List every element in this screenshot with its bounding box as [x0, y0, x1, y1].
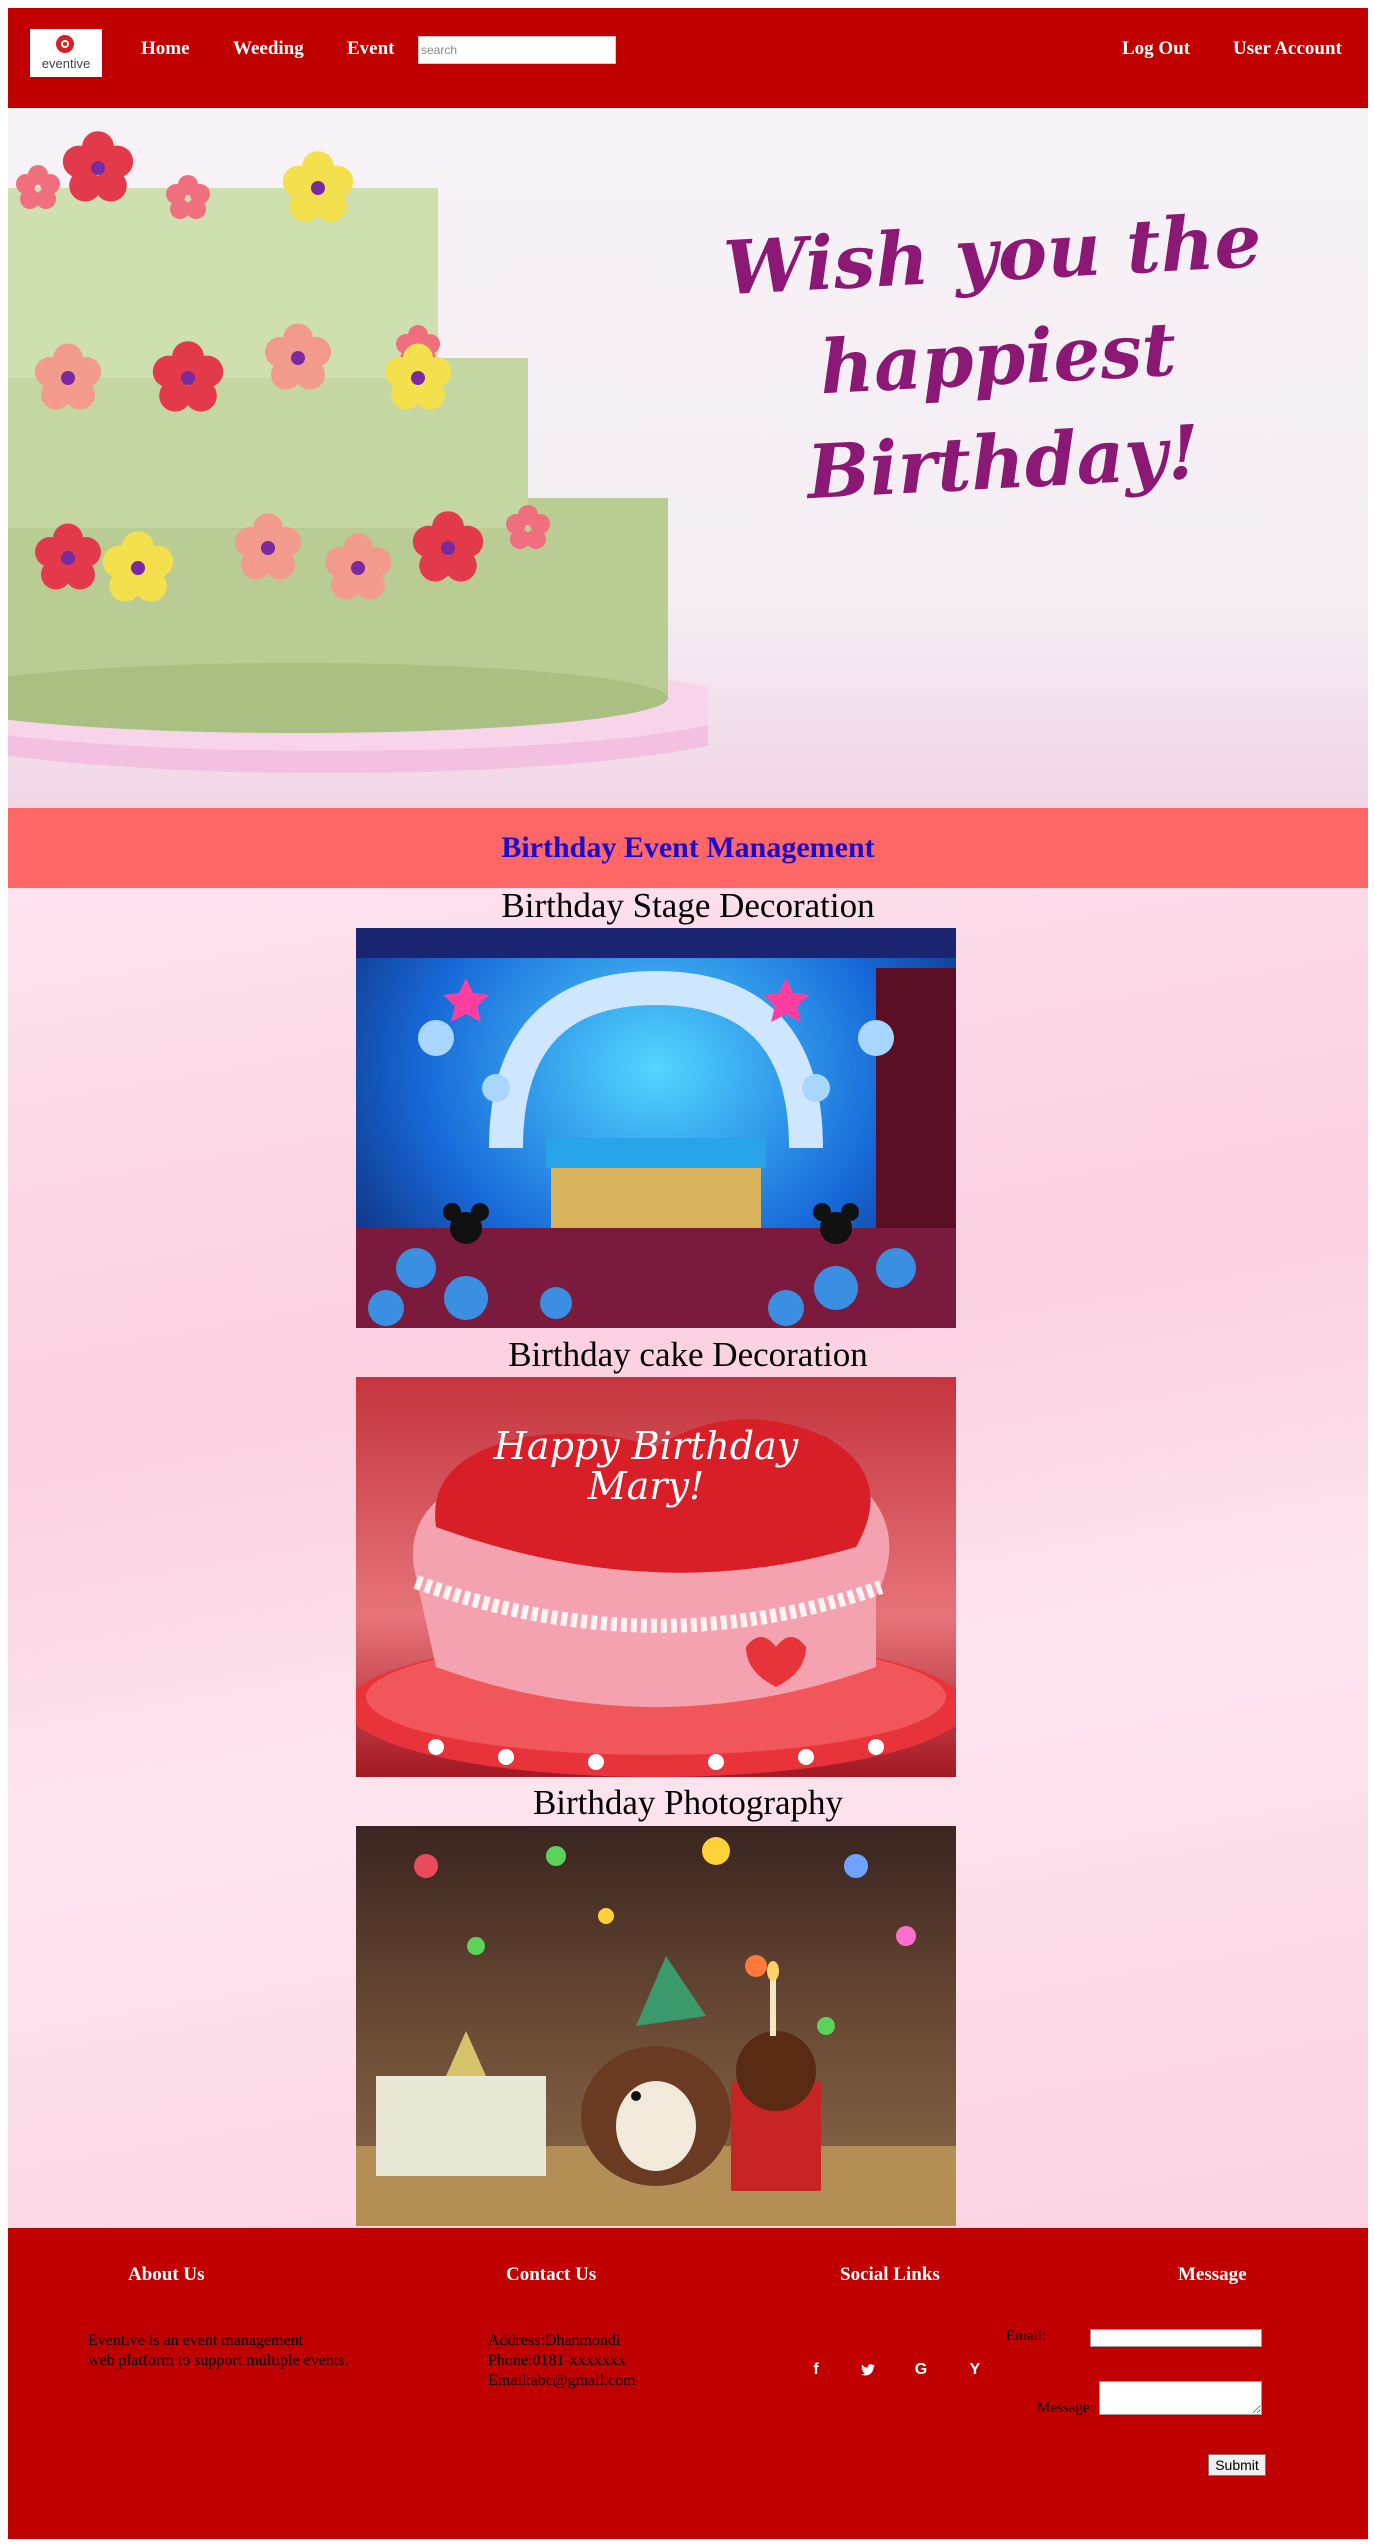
- hero-banner: Wish you the happiest Birthday!: [8, 108, 1368, 808]
- footer-social-heading: Social Links: [840, 2264, 940, 2285]
- about-line-2: web platform to support multiple events.: [88, 2352, 349, 2369]
- birthday-cake-image: [8, 131, 708, 773]
- footer-contact-heading: Contact Us: [506, 2264, 597, 2285]
- cake-decoration-illustration: Happy Birthday Mary!: [356, 1419, 956, 1777]
- search-input[interactable]: [418, 36, 616, 64]
- photography-photo: [356, 1826, 956, 2226]
- contact-email: Email:abc@gmail.com: [488, 2372, 636, 2389]
- top-navbar: eventive Home Weeding Event Log Out User…: [8, 8, 1368, 108]
- section-title-photography: Birthday Photography: [532, 1783, 844, 1822]
- footer-about-text: Eventive is an event management web plat…: [88, 2331, 348, 2371]
- svg-text:Mary!: Mary!: [587, 1464, 704, 1508]
- hero-greeting: Wish you the happiest Birthday!: [620, 184, 1368, 534]
- footer-message-heading: Message: [1178, 2264, 1247, 2285]
- message-label: Message:: [1037, 2400, 1094, 2416]
- stage-decoration-photo: [356, 928, 956, 1328]
- twitter-icon[interactable]: [856, 2358, 880, 2382]
- logo-text: eventive: [41, 56, 91, 71]
- hero-line-2: happiest Birthday!: [805, 306, 1202, 517]
- nav-log-out[interactable]: Log Out: [1122, 38, 1190, 60]
- message-textarea[interactable]: [1099, 2381, 1262, 2415]
- email-label: Email:: [1006, 2328, 1046, 2344]
- eventive-logo[interactable]: eventive: [30, 29, 102, 77]
- footer-about-heading: About Us: [128, 2264, 205, 2285]
- yahoo-icon[interactable]: Y: [963, 2358, 987, 2382]
- content-area: Birthday Stage Decoration Birthday cake …: [8, 886, 1368, 2228]
- page: eventive Home Weeding Event Log Out User…: [8, 8, 1368, 2539]
- section-title-stage: Birthday Stage Decoration: [501, 886, 875, 925]
- nav-event[interactable]: Event: [347, 38, 395, 60]
- nav-user-account[interactable]: User Account: [1233, 38, 1342, 60]
- photography-illustration: [356, 1837, 956, 2226]
- stage-decoration-illustration: [356, 928, 956, 1328]
- footer: About Us Eventive is an event management…: [8, 2228, 1368, 2539]
- section-banner: Birthday Event Management: [8, 808, 1368, 888]
- contact-phone: Phone:0181-xxxxxxx: [488, 2352, 626, 2369]
- submit-button[interactable]: Submit: [1208, 2454, 1266, 2476]
- facebook-icon[interactable]: f: [804, 2358, 828, 2382]
- svg-text:Happy Birthday: Happy Birthday: [493, 1424, 799, 1468]
- contact-address: Address:Dhanmondi: [488, 2332, 621, 2349]
- google-icon[interactable]: G: [909, 2358, 933, 2382]
- footer-contact-text: Address:Dhanmondi Phone:0181-xxxxxxx Ema…: [488, 2331, 636, 2391]
- nav-home[interactable]: Home: [141, 38, 190, 60]
- cake-decoration-photo: Happy Birthday Mary!: [356, 1377, 956, 1777]
- email-field[interactable]: [1090, 2329, 1262, 2347]
- section-title-cake: Birthday cake Decoration: [508, 1335, 868, 1374]
- nav-weeding[interactable]: Weeding: [233, 38, 304, 60]
- about-line-1: Eventive is an event management: [88, 2332, 304, 2349]
- banner-title: Birthday Event Management: [501, 831, 875, 864]
- logo-mark-icon: [56, 35, 74, 53]
